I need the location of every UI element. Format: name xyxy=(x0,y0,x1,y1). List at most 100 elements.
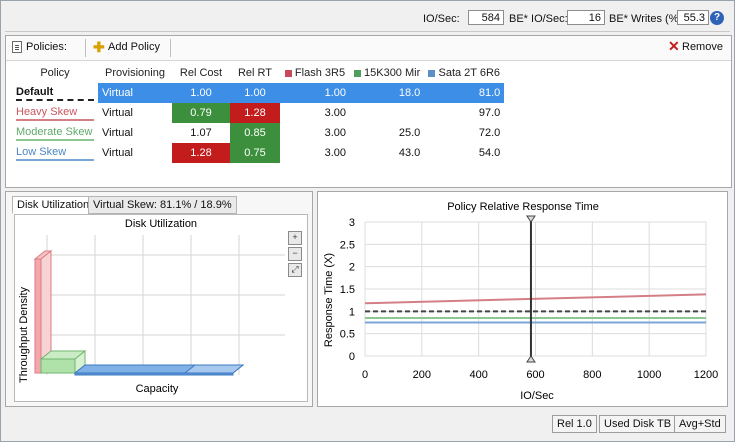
add-policy-button[interactable]: Add Policy xyxy=(108,41,160,53)
x-tick-label: 200 xyxy=(413,369,431,381)
x-tick-label: 800 xyxy=(583,369,601,381)
rel-cost-cell: 1.07 xyxy=(190,127,212,139)
response-time-panel: Policy Relative Response Time Response T… xyxy=(317,191,728,407)
chart-title: Policy Relative Response Time xyxy=(447,201,599,213)
col-header-15k[interactable]: 15K300 Mir xyxy=(350,63,424,83)
io-sec-field[interactable]: 584 xyxy=(468,10,504,25)
x-tick-label: 0 xyxy=(362,369,368,381)
provisioning-cell[interactable]: Virtual xyxy=(98,103,172,123)
sata-cell[interactable]: 97.0 xyxy=(424,103,504,123)
provisioning-cell[interactable]: Virtual xyxy=(98,143,172,163)
col-header-flash-label: Flash 3R5 xyxy=(294,67,346,79)
policy-line-swatch xyxy=(16,158,94,161)
policies-table: Policy Provisioning Rel Cost Rel RT Flas… xyxy=(12,63,505,163)
remove-button[interactable]: Remove xyxy=(682,41,723,53)
policy-name-cell: Low Skew xyxy=(12,143,98,163)
rel-cost-cell: 1.28 xyxy=(172,143,230,163)
y-tick-label: 2 xyxy=(349,262,355,274)
be-writes-label: BE* Writes (%): xyxy=(609,13,686,25)
be-io-sec-label: BE* IO/Sec: xyxy=(509,13,568,25)
response-time-chart: Policy Relative Response Time Response T… xyxy=(323,201,718,402)
flash-cell[interactable]: 3.00 xyxy=(280,103,350,123)
col-header-policy[interactable]: Policy xyxy=(12,63,98,83)
mir-cell[interactable]: 43.0 xyxy=(350,143,424,163)
toolbar-separator xyxy=(170,39,171,57)
remove-icon: ✕ xyxy=(668,38,680,54)
x-tick-label: 400 xyxy=(469,369,487,381)
policies-label: Policies: xyxy=(26,41,67,53)
status-used-disk[interactable]: Used Disk TB xyxy=(599,415,677,433)
provisioning-cell[interactable]: Virtual xyxy=(98,83,172,103)
col-header-rel-cost[interactable]: Rel Cost xyxy=(172,63,230,83)
policy-line-swatch xyxy=(16,118,94,121)
y-tick-label: 2.5 xyxy=(340,239,355,251)
disk-chart-svg: Disk Utilization Throughput Density Capa… xyxy=(18,218,285,395)
status-avg-std[interactable]: Avg+Std xyxy=(674,415,726,433)
mir-cell[interactable]: 25.0 xyxy=(350,123,424,143)
flash-cell[interactable]: 3.00 xyxy=(280,143,350,163)
zoom-in-icon[interactable]: + xyxy=(288,231,302,245)
policy-name-cell: Heavy Skew xyxy=(12,103,98,123)
sata-cell[interactable]: 72.0 xyxy=(424,123,504,143)
table-row[interactable]: Heavy Skew Virtual 0.79 1.28 3.00 97.0 xyxy=(12,103,504,123)
flash-cell[interactable]: 3.00 xyxy=(280,123,350,143)
sata-cell[interactable]: 81.0 xyxy=(424,83,505,103)
table-row[interactable]: Low Skew Virtual 1.28 0.75 3.00 43.0 54.… xyxy=(12,143,504,163)
rel-rt-cell: 0.85 xyxy=(230,123,280,143)
zoom-out-icon[interactable]: − xyxy=(288,247,302,261)
y-tick-label: 3 xyxy=(349,217,355,229)
policy-line-swatch xyxy=(16,98,94,101)
col-header-provisioning[interactable]: Provisioning xyxy=(98,63,172,83)
sata-cell[interactable]: 54.0 xyxy=(424,143,504,163)
col-header-15k-label: 15K300 Mir xyxy=(364,67,421,79)
mir-cell[interactable]: 18.0 xyxy=(350,83,425,103)
status-bar: Rel 1.0 Used Disk TB Avg+Std xyxy=(1,411,734,441)
col-header-sata[interactable]: Sata 2T 6R6 xyxy=(424,63,504,83)
chart-xlabel: IO/Sec xyxy=(520,390,554,402)
col-header-rel-rt[interactable]: Rel RT xyxy=(230,63,280,83)
rel-rt-cell: 0.75 xyxy=(230,143,280,163)
io-marker-bottom-handle xyxy=(526,355,536,363)
be-io-sec-field[interactable]: 16 xyxy=(567,10,605,25)
tab-disk-utilization[interactable]: Disk Utilization xyxy=(12,196,95,214)
x-tick-label: 1200 xyxy=(694,369,718,381)
policy-name: Low Skew xyxy=(16,145,67,158)
io-sec-label: IO/Sec: xyxy=(423,13,460,25)
rel-rt-cell: 1.28 xyxy=(230,103,280,123)
15k-bar xyxy=(40,358,76,374)
flash-cell[interactable]: 1.00 xyxy=(280,83,350,103)
table-header-row: Policy Provisioning Rel Cost Rel RT Flas… xyxy=(12,63,504,83)
rel-cost-cell: 0.79 xyxy=(172,103,230,123)
disk-chart-title: Disk Utilization xyxy=(125,218,197,230)
policy-list-icon xyxy=(12,41,22,53)
mir-cell[interactable] xyxy=(350,103,424,123)
col-header-sata-label: Sata 2T 6R6 xyxy=(438,67,501,79)
chart-ylabel: Response Time (X) xyxy=(323,253,335,347)
table-row[interactable]: Default Virtual 1.00 1.00 1.00 18.0 81.0 xyxy=(12,83,505,103)
zoom-fit-icon[interactable]: ⤢ xyxy=(288,263,302,277)
provisioning-cell[interactable]: Virtual xyxy=(98,123,172,143)
disk-utilization-panel: Disk Utilization Virtual Skew: 81.1% / 1… xyxy=(5,191,313,407)
sata-bar-light xyxy=(183,364,245,374)
policy-name-cell: Default xyxy=(12,83,98,103)
add-icon: ✚ xyxy=(93,39,105,55)
policy-name-cell: Moderate Skew xyxy=(12,123,98,143)
toolbar-separator xyxy=(85,39,86,57)
col-header-flash[interactable]: Flash 3R5 xyxy=(280,63,350,83)
help-icon[interactable]: ? xyxy=(710,11,724,25)
flash-swatch-icon xyxy=(284,69,292,77)
flash-bar xyxy=(34,258,42,374)
tab-virtual-skew[interactable]: Virtual Skew: 81.1% / 18.9% xyxy=(88,196,237,214)
x-tick-label: 600 xyxy=(526,369,544,381)
y-tick-label: 1.5 xyxy=(340,284,355,296)
policies-panel: Policies: ✚ Add Policy ✕ Remove Policy P… xyxy=(5,35,732,188)
y-tick-label: 1 xyxy=(349,306,355,318)
sata-swatch-icon xyxy=(428,69,436,77)
policy-name: Default xyxy=(16,85,54,98)
app-window: IO/Sec: 584 BE* IO/Sec: 16 BE* Writes (%… xyxy=(0,0,735,442)
status-rel[interactable]: Rel 1.0 xyxy=(552,415,597,433)
disk-chart-ylabel: Throughput Density xyxy=(18,287,30,383)
disk-utilization-chart: Disk Utilization Throughput Density Capa… xyxy=(14,214,308,402)
be-writes-field[interactable]: 55.3 xyxy=(677,10,709,25)
table-row[interactable]: Moderate Skew Virtual 1.07 0.85 3.00 25.… xyxy=(12,123,504,143)
